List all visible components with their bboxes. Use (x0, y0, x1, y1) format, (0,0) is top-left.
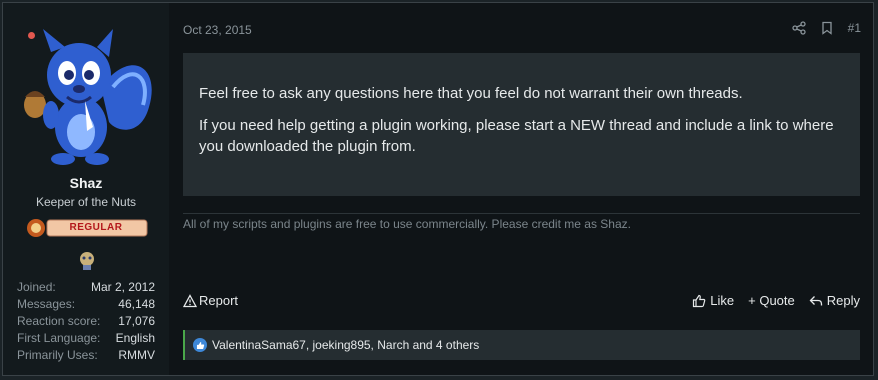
stat-row: Joined: Mar 2, 2012 (17, 280, 155, 294)
share-icon[interactable] (791, 21, 806, 35)
post-reaction-actions: Like + Quote Reply (692, 293, 860, 308)
user-title: Keeper of the Nuts (35, 195, 137, 209)
report-button[interactable]: Report (183, 293, 238, 308)
like-label: Like (710, 293, 735, 308)
signature-divider (183, 213, 860, 214)
post-number[interactable]: #1 (848, 21, 861, 35)
signature: All of my scripts and plugins are free t… (183, 217, 631, 231)
quote-label: + Quote (748, 293, 795, 308)
username[interactable]: Shaz (3, 175, 169, 191)
stat-row: Messages: 46,148 (17, 297, 155, 311)
stat-row: Primarily Uses: RMMV (17, 348, 155, 362)
like-reaction-icon (193, 338, 207, 352)
reactions-text[interactable]: ValentinaSama67, joeking895, Narch and 4… (212, 338, 479, 352)
quote-button[interactable]: + Quote (748, 293, 795, 308)
user-info-panel: Shaz Keeper of the Nuts REGULAR Joined: … (3, 3, 169, 375)
post-top-actions: #1 (791, 21, 861, 35)
post-date[interactable]: Oct 23, 2015 (183, 23, 252, 37)
reply-button[interactable]: Reply (809, 293, 860, 308)
message-paragraph: If you need help getting a plugin workin… (199, 116, 834, 155)
user-banner-label: REGULAR (69, 222, 123, 233)
reply-label: Reply (826, 293, 860, 308)
stat-row: First Language: English (17, 331, 155, 345)
thumbs-up-icon (693, 294, 706, 307)
report-label: Report (199, 293, 239, 308)
warning-icon (183, 293, 197, 307)
avatar[interactable] (21, 27, 157, 167)
reactions-bar[interactable]: ValentinaSama67, joeking895, Narch and 4… (183, 330, 860, 360)
post-footer-actions: Report Like + Quote Reply (183, 293, 860, 313)
stat-row: Reaction score: 17,076 (17, 314, 155, 328)
user-stats: Joined: Mar 2, 2012 Messages: 46,148 Rea… (17, 279, 155, 364)
post-container: Shaz Keeper of the Nuts REGULAR Joined: … (2, 2, 874, 376)
like-button[interactable]: Like (692, 293, 734, 308)
bookmark-icon[interactable] (820, 21, 834, 35)
reply-icon (809, 295, 822, 305)
post-message: Feel free to ask any questions here that… (183, 53, 860, 196)
message-paragraph: Feel free to ask any questions here that… (199, 85, 743, 102)
trophy-icon (80, 252, 94, 270)
